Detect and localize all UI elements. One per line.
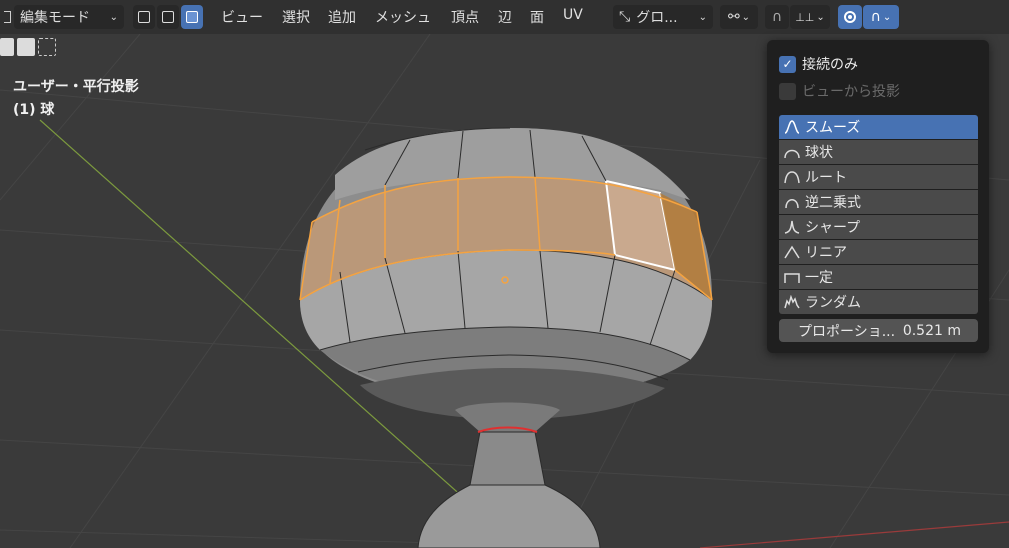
menu-view[interactable]: ビュー xyxy=(221,7,263,27)
connected-only-checkbox[interactable]: ✓ 接続のみ xyxy=(779,54,858,74)
menu-edge[interactable]: 辺 xyxy=(498,7,512,27)
select-extend-icon[interactable] xyxy=(17,38,35,56)
root-falloff-icon xyxy=(779,165,805,189)
smooth-falloff-icon xyxy=(779,115,805,139)
chevron-down-icon: ⌄ xyxy=(816,11,825,23)
vertex-select-mode-button[interactable] xyxy=(133,5,155,29)
falloff-option-root[interactable]: ルート xyxy=(779,165,978,189)
face-select-icon xyxy=(186,11,198,23)
magnet-icon: ∩ xyxy=(771,9,783,25)
orientation-label: グロ... xyxy=(636,10,678,26)
selection-mode-buttons xyxy=(0,38,56,58)
vertex-select-icon xyxy=(138,11,150,23)
editor-type-button[interactable] xyxy=(0,5,14,29)
x-axis-line xyxy=(699,521,1009,548)
random-falloff-icon xyxy=(779,290,805,314)
linear-falloff-icon xyxy=(779,240,805,264)
transform-orientation-select[interactable]: ⤡ グロ... ⌄ xyxy=(613,5,713,29)
edge-select-icon xyxy=(162,11,174,23)
falloff-option-inverse-square[interactable]: 逆二乗式 xyxy=(779,190,978,214)
sharp-falloff-icon xyxy=(779,215,805,239)
proportional-size-label: プロポーショ... xyxy=(798,323,896,340)
active-object-label: (1) 球 xyxy=(13,102,55,118)
checkbox-checked-icon: ✓ xyxy=(779,55,796,73)
sphere-falloff-icon xyxy=(779,140,805,164)
select-new-icon[interactable] xyxy=(0,38,14,56)
snap-toggle[interactable]: ∩ xyxy=(765,5,789,29)
proportional-falloff-select[interactable]: ∩ ⌄ xyxy=(863,5,899,29)
menu-vertex[interactable]: 頂点 xyxy=(451,7,479,27)
proportional-size-value: 0.521 m xyxy=(902,322,961,339)
falloff-option-constant[interactable]: 一定 xyxy=(779,265,978,289)
menu-mesh[interactable]: メッシュ xyxy=(375,7,431,27)
smooth-falloff-icon: ∩ xyxy=(870,9,881,25)
projected-from-view-checkbox[interactable]: ビューから投影 xyxy=(779,81,900,101)
falloff-option-linear[interactable]: リニア xyxy=(779,240,978,264)
chevron-down-icon: ⌄ xyxy=(882,11,892,23)
view-projection-label: ユーザー・平行投影 xyxy=(13,79,139,95)
projected-from-view-label: ビューから投影 xyxy=(802,84,900,100)
falloff-option-sphere[interactable]: 球状 xyxy=(779,140,978,164)
falloff-option-smooth[interactable]: スムーズ xyxy=(779,115,978,139)
snap-increment-icon: ⊥⊥ xyxy=(795,10,815,24)
proportional-editing-toggle[interactable] xyxy=(838,5,862,29)
proportional-size-field[interactable]: プロポーショ... 0.521 m xyxy=(779,319,978,342)
inverse-square-falloff-icon xyxy=(779,190,805,214)
viewport-header: 編集モード ⌄ ビュー 選択 追加 メッシュ 頂点 辺 面 UV ⤡ グロ...… xyxy=(0,0,1009,34)
menu-select[interactable]: 選択 xyxy=(282,7,310,27)
chevron-down-icon: ⌄ xyxy=(109,11,118,23)
falloff-option-random[interactable]: ランダム xyxy=(779,290,978,314)
pivot-icon: ⚯ xyxy=(727,9,740,25)
edge-select-mode-button[interactable] xyxy=(157,5,179,29)
face-select-mode-button[interactable] xyxy=(181,5,203,29)
checkbox-unchecked-icon xyxy=(779,82,796,100)
menu-add[interactable]: 追加 xyxy=(328,7,356,27)
chevron-down-icon: ⌄ xyxy=(741,11,751,23)
constant-falloff-icon xyxy=(779,265,805,289)
mode-label: 編集モード xyxy=(20,10,90,26)
pivot-point-select[interactable]: ⚯ ⌄ xyxy=(720,5,758,29)
mode-select[interactable]: 編集モード ⌄ xyxy=(14,5,124,29)
falloff-options-list: スムーズ 球状 ルート 逆二乗式 シャープ リニア 一定 ランダム xyxy=(779,115,978,315)
orientation-axes-icon: ⤡ xyxy=(619,9,631,25)
select-subtract-icon[interactable] xyxy=(38,38,56,56)
falloff-option-sharp[interactable]: シャープ xyxy=(779,215,978,239)
editor-type-icon xyxy=(3,11,11,23)
snap-target-select[interactable]: ⊥⊥ ⌄ xyxy=(790,5,830,29)
connected-only-label: 接続のみ xyxy=(802,57,858,73)
chevron-down-icon: ⌄ xyxy=(698,11,707,23)
proportional-edit-icon xyxy=(844,11,856,23)
menu-uv[interactable]: UV xyxy=(563,7,583,23)
falloff-popover: ✓ 接続のみ ビューから投影 スムーズ 球状 ルート 逆二乗式 シャープ リニア… xyxy=(767,40,989,353)
menu-face[interactable]: 面 xyxy=(530,7,544,27)
sphere-mesh[interactable] xyxy=(299,127,713,548)
